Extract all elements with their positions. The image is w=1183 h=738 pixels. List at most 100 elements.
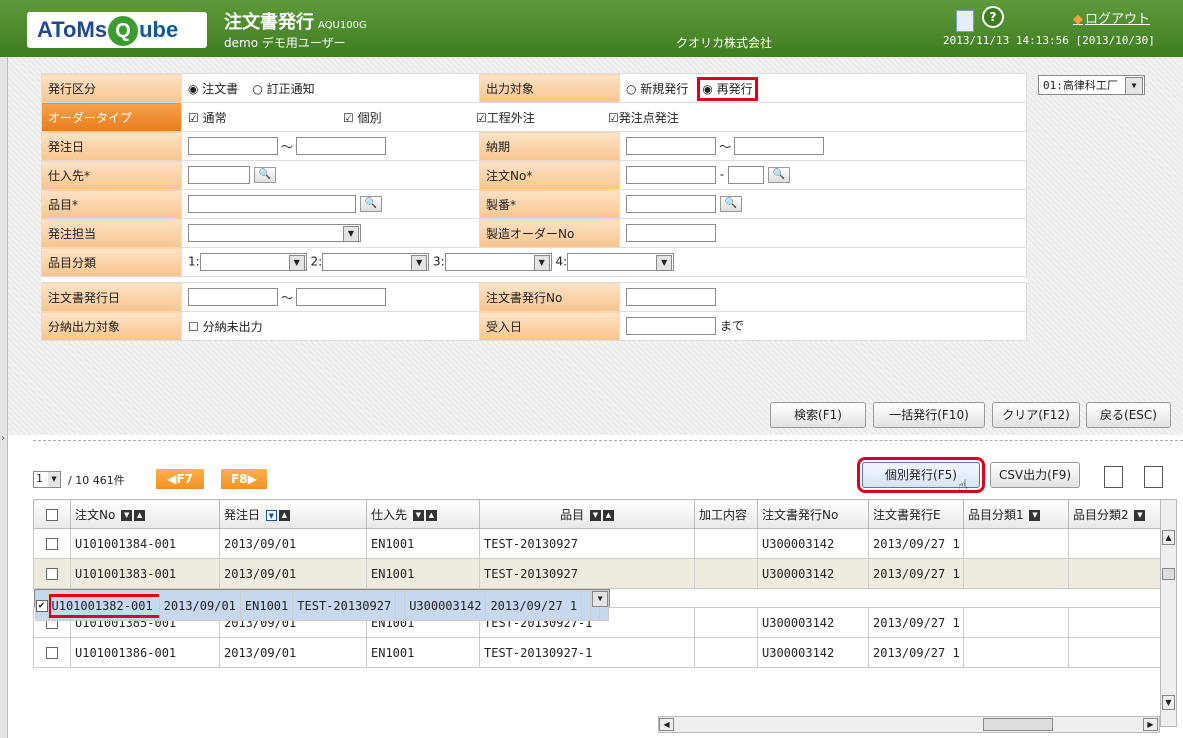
row-checkbox[interactable]: ✔ (36, 600, 47, 612)
row-checkbox[interactable] (46, 647, 58, 659)
batch-issue-button[interactable]: 一括発行(F10) (873, 402, 985, 428)
issue-date-from[interactable] (188, 288, 278, 306)
logout-link[interactable]: ◆ ログアウト (1073, 8, 1150, 27)
radio-reissue[interactable]: ◉ 再発行 (697, 76, 758, 101)
cell-order-no: U101001384-001 (70, 528, 220, 559)
table-row[interactable]: U101001386-001 2013/09/01 EN1001 TEST-20130… (33, 637, 1162, 668)
supplier-input[interactable] (188, 166, 250, 184)
sort-asc-icon[interactable]: ▲ (278, 509, 290, 521)
cell-issue-date: 2013/09/27 1 (868, 528, 964, 559)
app-header: AToMs Qube 注文書発行 AQU100G demo デモ用ユーザー クオリカ… (0, 0, 1183, 57)
due-date-from[interactable] (626, 137, 716, 155)
document-icon[interactable] (956, 10, 974, 32)
scroll-thumb[interactable] (1162, 568, 1175, 580)
receive-date-input[interactable] (626, 317, 716, 336)
logout-icon: ◆ (1073, 12, 1083, 27)
check-point[interactable]: ☑発注点発注 (608, 111, 679, 125)
col-item-class-1[interactable]: 品目分類1 ▼ (963, 499, 1069, 529)
back-button[interactable]: 戻る(ESC) (1086, 402, 1171, 428)
page-select[interactable]: 1 (33, 471, 61, 488)
label-mfg-no: 製番* (479, 189, 620, 219)
mfg-order-input[interactable] (626, 224, 716, 242)
col-process[interactable]: 加工内容 (694, 499, 758, 529)
sort-desc-icon[interactable]: ▼ (121, 509, 133, 521)
prev-page-button[interactable]: ◀F7 (156, 469, 204, 489)
next-page-button[interactable]: F8▶ (221, 469, 267, 489)
export-icon[interactable] (1144, 466, 1163, 488)
col-issue-date[interactable]: 注文書発行E (868, 499, 964, 529)
select-all-checkbox[interactable] (33, 499, 71, 529)
due-date-to[interactable] (734, 137, 825, 155)
search-icon[interactable]: 🔍 (767, 167, 790, 183)
col-item[interactable]: 品目 ▼ ▲ (479, 499, 695, 529)
check-individual[interactable]: ☑ 個別 (343, 109, 476, 126)
scroll-thumb-h[interactable] (983, 718, 1053, 731)
search-icon[interactable]: 🔍 (359, 196, 382, 212)
scroll-down-icon[interactable]: ▼ (1162, 695, 1175, 710)
table-row[interactable]: U101001384-001 2013/09/01 EN1001 TEST-20130… (33, 528, 1162, 559)
vertical-scrollbar[interactable]: ▲ ▼ (1160, 499, 1177, 727)
plant-select[interactable]: 01:高律科工厂 (1038, 75, 1145, 95)
person-select[interactable] (188, 224, 361, 242)
sort-asc-icon[interactable]: ▲ (602, 509, 614, 521)
table-row-selected[interactable]: ✔ U101001382-001 2013/09/01 EN1001 TEST-201… (33, 589, 611, 621)
search-button[interactable]: 検索(F1) (770, 402, 866, 428)
cell-class-1 (963, 607, 1069, 638)
mfg-no-input[interactable] (626, 195, 716, 213)
scroll-left-icon[interactable]: ◀ (659, 718, 674, 731)
sort-desc-icon[interactable]: ▼ (1029, 509, 1041, 521)
class-2-select[interactable] (322, 253, 430, 271)
col-label: 発注日 (224, 507, 261, 522)
scroll-up-icon[interactable]: ▲ (1162, 530, 1175, 545)
sort-asc-icon[interactable]: ▲ (134, 509, 146, 521)
search-icon[interactable]: 🔍 (253, 167, 276, 183)
order-date-to[interactable] (296, 137, 387, 155)
col-supplier[interactable]: 仕入先 ▼ ▲ (366, 499, 480, 529)
order-no-input[interactable] (626, 166, 716, 184)
radio-order[interactable]: ◉ 注文書 (188, 82, 238, 96)
row-checkbox[interactable] (46, 568, 58, 580)
column-settings-icon[interactable] (1104, 466, 1123, 488)
csv-export-button[interactable]: CSV出力(F9) (990, 462, 1080, 488)
order-date-from[interactable] (188, 137, 278, 155)
table-row[interactable]: U101001383-001 2013/09/01 EN1001 TEST-20130… (33, 558, 1162, 589)
col-item-class-2[interactable]: 品目分類2 ▼ (1068, 499, 1162, 529)
order-no-branch[interactable] (728, 166, 764, 184)
cell-class-1 (963, 558, 1069, 589)
search-icon[interactable]: 🔍 (719, 196, 742, 212)
check-partial-label: 分納未出力 (202, 319, 263, 334)
check-partial[interactable]: ☐ 分納未出力 (188, 320, 263, 334)
cell-class-2 (1068, 637, 1162, 668)
class-1-select[interactable] (199, 253, 307, 271)
sort-desc-icon[interactable]: ▼ (589, 509, 601, 521)
issue-date-to[interactable] (296, 288, 387, 306)
sort-desc-icon[interactable]: ▼ (412, 509, 424, 521)
col-order-no[interactable]: 注文No ▼ ▲ (70, 499, 220, 529)
cell-issue-no: U300003142 (757, 637, 869, 668)
col-order-date[interactable]: 発注日 ▼ ▲ (219, 499, 367, 529)
issue-no-input[interactable] (626, 288, 716, 306)
cell-order-date: 2013/09/01 (219, 528, 367, 559)
check-normal[interactable]: ☑ 通常 (188, 109, 343, 126)
class-3-select[interactable] (444, 253, 552, 271)
item-input[interactable] (188, 195, 356, 213)
sort-asc-icon[interactable]: ▲ (425, 509, 437, 521)
class-4-select[interactable] (567, 253, 675, 271)
radio-correction[interactable]: ○ 訂正通知 (252, 82, 314, 96)
horizontal-scrollbar[interactable]: ◀ ▶ (658, 716, 1160, 733)
radio-new[interactable]: ○ 新規発行 (626, 82, 688, 96)
cell-issue-no: U300003142 (757, 528, 869, 559)
col-issue-no[interactable]: 注文書発行No (757, 499, 869, 529)
help-icon[interactable]: ? (982, 6, 1004, 28)
sort-desc-icon[interactable]: ▼ (1134, 509, 1146, 521)
left-panel-toggle[interactable]: › (0, 57, 8, 738)
radio-new-label: 新規発行 (640, 81, 689, 96)
sort-desc-icon[interactable]: ▼ (265, 509, 277, 521)
clear-button[interactable]: クリア(F12) (992, 402, 1080, 428)
cell-order-no-text: U101001382-001 (49, 593, 159, 618)
col-label: 仕入先 (371, 507, 408, 522)
check-outsource[interactable]: ☑工程外注 (476, 109, 608, 126)
row-checkbox[interactable] (46, 538, 58, 550)
cell-class-1 (963, 637, 1069, 668)
scroll-right-icon[interactable]: ▶ (1143, 718, 1158, 731)
